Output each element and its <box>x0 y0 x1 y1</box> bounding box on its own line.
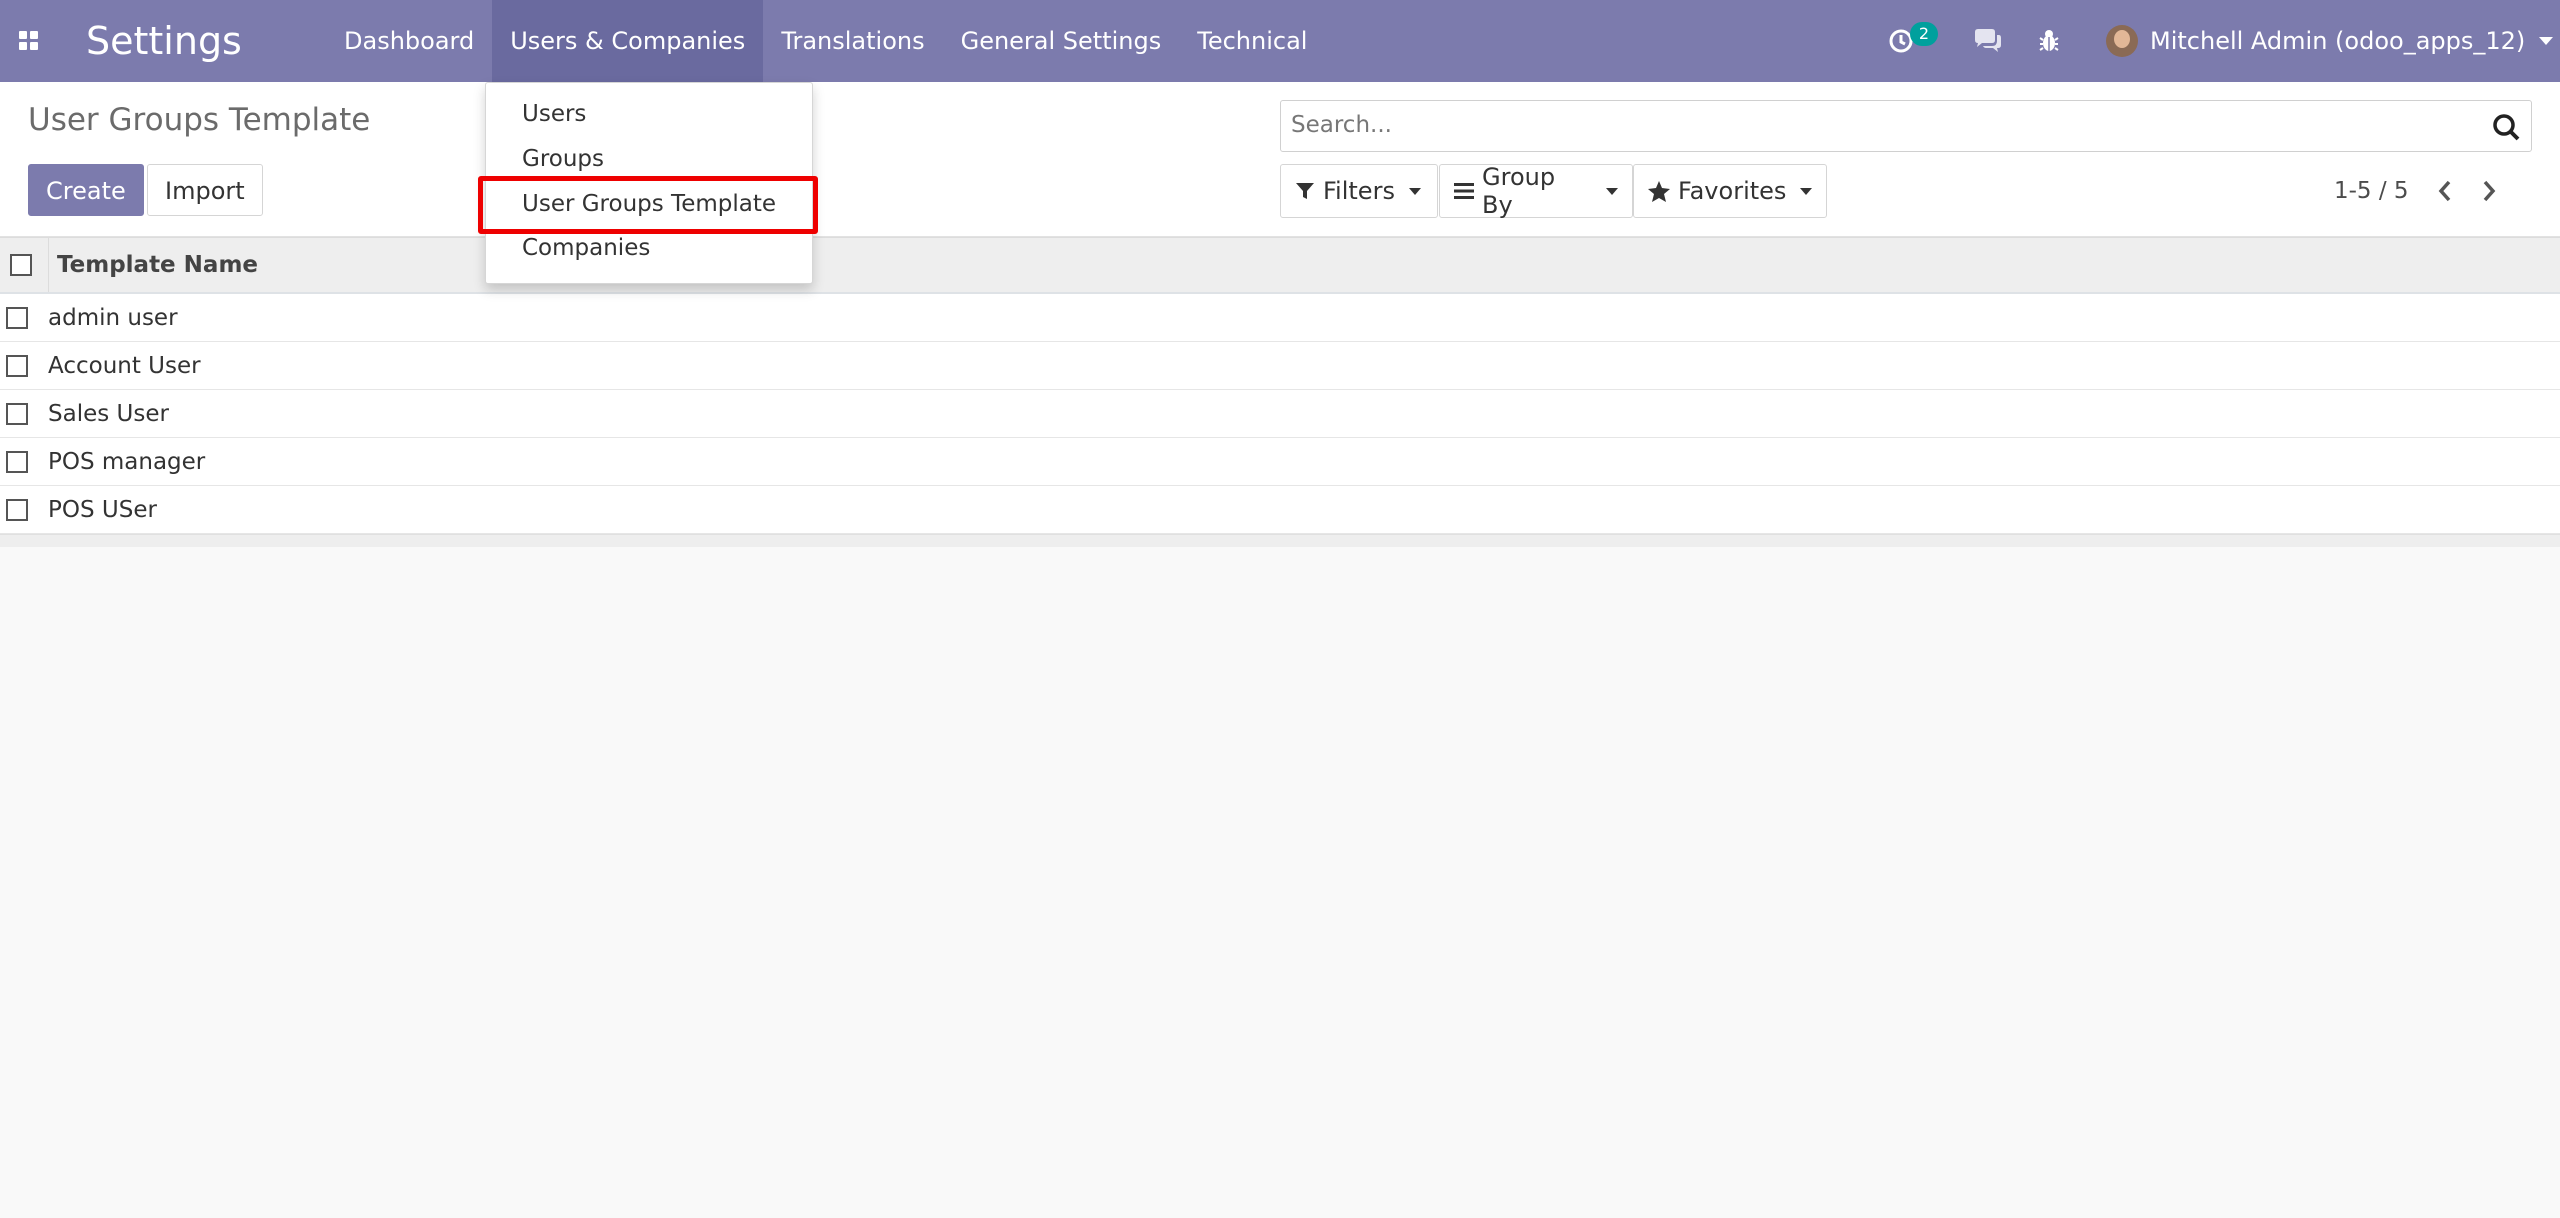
chevron-down-icon <box>2539 37 2554 45</box>
favorites-label: Favorites <box>1678 177 1787 205</box>
list-icon <box>1454 182 1474 200</box>
table-row[interactable]: Sales User <box>0 390 2560 438</box>
breadcrumb: User Groups Template <box>28 102 371 138</box>
group-by-button[interactable]: Group By <box>1439 163 1633 219</box>
template-name-cell[interactable]: Sales User <box>48 401 169 427</box>
table-row[interactable]: admin user <box>0 294 2560 342</box>
chevron-down-icon <box>1408 187 1421 195</box>
row-checkbox[interactable] <box>6 498 28 521</box>
user-menu[interactable]: Mitchell Admin (odoo_apps_12) <box>2106 0 2554 82</box>
activity-count-badge: 2 <box>1910 22 1938 46</box>
template-name-cell[interactable]: POS USer <box>48 497 157 523</box>
main-menu: Dashboard Users & Companies Translations… <box>326 0 1325 82</box>
list-header: Template Name <box>0 237 2560 294</box>
select-all-checkbox[interactable] <box>10 254 32 276</box>
row-checkbox[interactable] <box>6 450 28 473</box>
menu-dashboard[interactable]: Dashboard <box>326 0 492 82</box>
filter-icon <box>1295 181 1315 201</box>
list-view: Template Name admin user Account User Sa… <box>0 237 2560 547</box>
app-title: Settings <box>86 19 242 63</box>
search-box <box>1280 100 2532 152</box>
menu-technical[interactable]: Technical <box>1179 0 1325 82</box>
import-button[interactable]: Import <box>147 164 263 216</box>
group-by-label: Group By <box>1482 163 1556 219</box>
column-template-name[interactable]: Template Name <box>48 238 258 292</box>
search-icon[interactable] <box>2491 112 2521 146</box>
highlight-box <box>478 176 818 234</box>
pager: 1-5 / 5 <box>2334 164 2497 218</box>
activity-clock-icon[interactable] <box>1888 0 1914 82</box>
dropdown-item-groups[interactable]: Groups <box>522 146 604 172</box>
chevron-down-icon <box>1800 187 1813 195</box>
template-name-cell[interactable]: admin user <box>48 305 178 331</box>
menu-translations[interactable]: Translations <box>763 0 942 82</box>
menu-general-settings[interactable]: General Settings <box>943 0 1180 82</box>
chevron-right-icon[interactable] <box>2481 180 2497 202</box>
top-navbar: Settings Dashboard Users & Companies Tra… <box>0 0 2560 82</box>
pager-value[interactable]: 1-5 / 5 <box>2334 178 2409 204</box>
chevron-left-icon[interactable] <box>2437 180 2453 202</box>
control-panel: User Groups Template Create Import Filte… <box>0 82 2560 237</box>
create-button[interactable]: Create <box>28 164 144 216</box>
chevron-down-icon <box>1606 187 1618 195</box>
filters-button[interactable]: Filters <box>1280 164 1438 218</box>
debug-bug-icon[interactable] <box>2038 0 2060 82</box>
user-name: Mitchell Admin (odoo_apps_12) <box>2150 27 2526 55</box>
dropdown-item-users[interactable]: Users <box>522 101 586 127</box>
list-footer <box>0 534 2560 547</box>
search-input[interactable] <box>1281 101 2481 149</box>
table-row[interactable]: POS manager <box>0 438 2560 486</box>
dropdown-item-companies[interactable]: Companies <box>522 235 650 261</box>
filters-label: Filters <box>1323 177 1395 205</box>
menu-users-companies[interactable]: Users & Companies <box>492 0 764 82</box>
row-checkbox[interactable] <box>6 402 28 425</box>
star-icon <box>1648 180 1670 202</box>
table-row[interactable]: Account User <box>0 342 2560 390</box>
table-row[interactable]: POS USer <box>0 486 2560 534</box>
row-checkbox[interactable] <box>6 306 28 329</box>
apps-grid-icon[interactable] <box>10 22 48 60</box>
avatar <box>2106 25 2138 57</box>
template-name-cell[interactable]: POS manager <box>48 449 205 475</box>
row-checkbox[interactable] <box>6 354 28 377</box>
favorites-button[interactable]: Favorites <box>1633 164 1827 218</box>
template-name-cell[interactable]: Account User <box>48 353 201 379</box>
chat-icon[interactable] <box>1973 0 2003 82</box>
